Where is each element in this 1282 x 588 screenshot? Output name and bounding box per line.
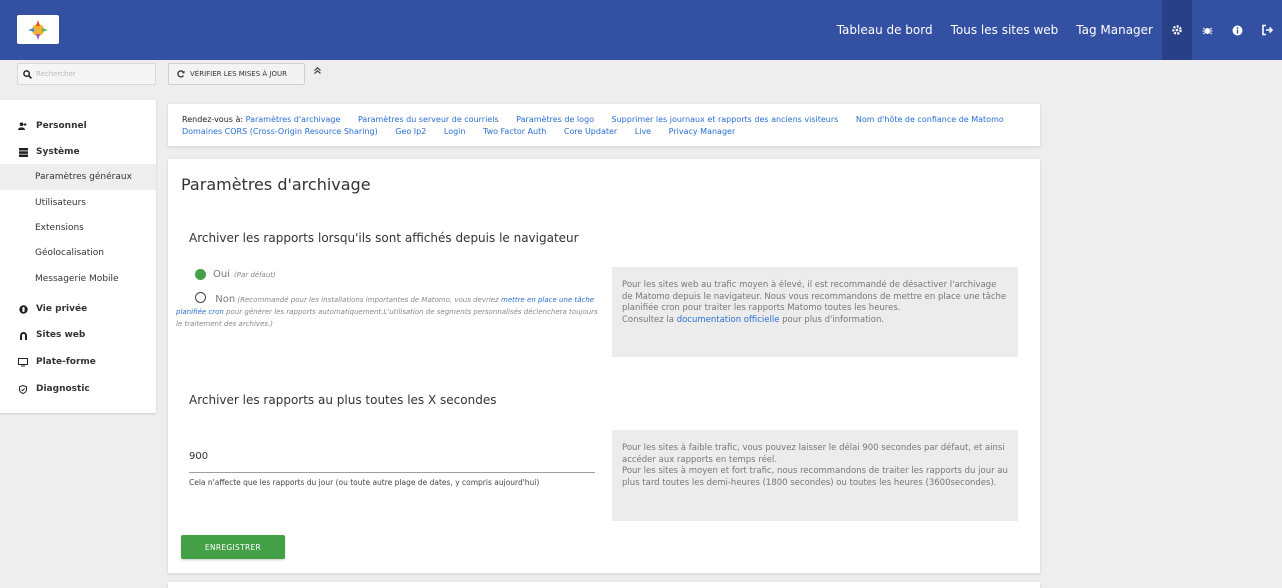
sidebar-category-systeme[interactable]: Système — [18, 147, 80, 157]
archive-interval-input[interactable]: 900 — [189, 451, 208, 462]
monitor-icon — [18, 357, 28, 367]
server-icon — [18, 147, 28, 157]
sidebar-category-websites[interactable]: Sites web — [18, 330, 85, 340]
admin-sidebar: Personnel Système Paramètres généraux Ut… — [0, 100, 156, 413]
search-placeholder: Rechercher — [36, 70, 76, 78]
radio-no-hint: (Recommandé pour les installations impor… — [237, 296, 499, 304]
archive-interval-heading: Archiver les rapports au plus toutes les… — [189, 393, 497, 407]
radio-yes-label: Oui — [213, 269, 230, 280]
archive-interval-info-line2: Pour les sites à moyen et fort trafic, n… — [622, 466, 1008, 488]
sidebar-item-mobile-messaging[interactable]: Messagerie Mobile — [0, 266, 156, 292]
search-icon — [23, 69, 32, 79]
sidebar-category-label: Sites web — [36, 330, 86, 340]
quick-links-prefix: Rendez-vous à: — [182, 115, 244, 124]
browser-archiving-info-text: Pour les sites web au trafic moyen à éle… — [622, 280, 1007, 313]
check-updates-label: Vérifier les mises à jour — [190, 70, 287, 78]
link-cors-domains[interactable]: Domaines CORS (Cross-Origin Resource Sha… — [182, 127, 378, 136]
save-button[interactable]: Enregistrer — [181, 535, 285, 559]
page-title: Paramètres d'archivage — [181, 175, 371, 194]
link-archiving-settings[interactable]: Paramètres d'archivage — [246, 115, 341, 124]
sidebar-category-privacy[interactable]: Vie privée — [18, 304, 87, 314]
radio-no-label: Non — [215, 294, 236, 305]
link-two-factor-auth[interactable]: Two Factor Auth — [483, 127, 546, 136]
input-underline — [189, 472, 595, 473]
next-settings-card — [168, 582, 1040, 588]
check-updates-button[interactable]: Vérifier les mises à jour — [168, 63, 305, 85]
shield-icon — [18, 384, 28, 394]
radio-no-block: Non (Recommandé pour les installations i… — [176, 292, 601, 330]
radio-checked-icon — [195, 269, 206, 280]
privacy-icon — [18, 304, 28, 314]
radio-no[interactable] — [195, 292, 206, 303]
sidebar-item-extensions[interactable]: Extensions — [0, 215, 156, 241]
link-logo-settings[interactable]: Paramètres de logo — [516, 115, 594, 124]
sidebar-category-label: Vie privée — [36, 304, 88, 314]
double-chevron-up-icon[interactable] — [313, 66, 322, 78]
sidebar-category-label: Personnel — [36, 121, 87, 131]
radio-yes[interactable]: Oui (Par défaut) — [195, 269, 276, 280]
top-navigation-bar: Tableau de bord Tous les sites web Tag M… — [0, 0, 1282, 60]
logout-icon[interactable] — [1252, 0, 1282, 60]
archive-interval-help: Cela n'affecte que les rapports du jour … — [189, 478, 540, 487]
link-login[interactable]: Login — [444, 127, 466, 136]
link-live[interactable]: Live — [635, 127, 651, 136]
matomo-logo[interactable] — [17, 15, 59, 44]
sidebar-category-platform[interactable]: Plate-forme — [18, 357, 96, 367]
bug-icon[interactable] — [1192, 0, 1222, 60]
browser-archiving-info: Pour les sites web au trafic moyen à éle… — [612, 267, 1018, 357]
info-icon[interactable] — [1222, 0, 1252, 60]
nav-dashboard-link[interactable]: Tableau de bord — [828, 23, 942, 37]
sidebar-category-personnel[interactable]: Personnel — [18, 121, 87, 131]
browser-archiving-heading: Archiver les rapports lorsqu'ils sont af… — [189, 231, 579, 245]
nav-tag-manager-link[interactable]: Tag Manager — [1067, 23, 1162, 37]
refresh-icon — [177, 70, 185, 78]
logo-icon — [28, 20, 48, 40]
globe-icon — [18, 331, 28, 340]
link-trusted-hostname[interactable]: Nom d'hôte de confiance de Matomo — [856, 115, 1004, 124]
sidebar-category-label: Diagnostic — [36, 384, 90, 394]
nav-all-websites-link[interactable]: Tous les sites web — [942, 23, 1068, 37]
gear-icon[interactable] — [1162, 0, 1192, 60]
info-link-prefix: Consultez la — [622, 314, 674, 325]
link-core-updater[interactable]: Core Updater — [564, 127, 617, 136]
radio-no-hint-after: pour générer les rapports automatiquemen… — [176, 308, 598, 328]
link-privacy-manager[interactable]: Privacy Manager — [669, 127, 736, 136]
link-geo-ip2[interactable]: Geo Ip2 — [395, 127, 426, 136]
sidebar-category-label: Plate-forme — [36, 357, 96, 367]
quick-links-card: Rendez-vous à: Paramètres d'archivage Pa… — [168, 104, 1040, 146]
user-icon — [18, 122, 28, 130]
radio-yes-hint: (Par défaut) — [234, 270, 276, 279]
sidebar-category-label: Système — [36, 147, 80, 157]
sidebar-item-users[interactable]: Utilisateurs — [0, 190, 156, 216]
official-docs-link[interactable]: documentation officielle — [677, 315, 780, 325]
link-delete-old-logs[interactable]: Supprimer les journaux et rapports des a… — [612, 115, 839, 124]
sidebar-item-geolocation[interactable]: Géolocalisation — [0, 240, 156, 266]
info-link-suffix: pour plus d'information. — [782, 314, 885, 325]
archive-interval-info-line1: Pour les sites à faible trafic, vous pou… — [622, 443, 1005, 465]
top-nav: Tableau de bord Tous les sites web Tag M… — [828, 0, 1282, 60]
archive-interval-info: Pour les sites à faible trafic, vous pou… — [612, 430, 1018, 521]
link-mail-server-settings[interactable]: Paramètres du serveur de courriels — [358, 115, 499, 124]
sidebar-category-diagnostic[interactable]: Diagnostic — [18, 384, 90, 394]
search-input[interactable]: Rechercher — [17, 63, 156, 85]
sidebar-item-general-settings[interactable]: Paramètres généraux — [0, 164, 156, 190]
archiving-settings-card: Paramètres d'archivage Archiver les rapp… — [168, 159, 1040, 573]
